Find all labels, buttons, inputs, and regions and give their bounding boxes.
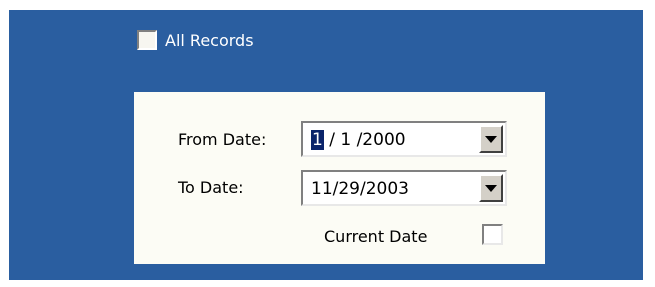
from-date-rest[interactable]: / 1 /2000 [324,130,405,150]
from-date-selected-month[interactable]: 1 [311,130,324,150]
to-date-value[interactable]: 11/29/2003 [311,179,409,199]
date-range-panel: From Date: 1 / 1 /2000 To Date: 11/29/20… [134,92,545,264]
all-records-label: All Records [165,30,254,50]
from-date-label: From Date: [178,130,267,149]
current-date-checkbox[interactable] [482,224,503,245]
to-date-picker[interactable]: 11/29/2003 [301,170,507,206]
chevron-down-icon [485,184,497,192]
to-date-dropdown-button[interactable] [479,174,503,202]
from-date-dropdown-button[interactable] [479,125,503,153]
chevron-down-icon [485,135,497,143]
from-date-value[interactable]: 1 / 1 /2000 [311,130,406,150]
from-date-picker[interactable]: 1 / 1 /2000 [301,121,507,157]
filter-panel: All Records From Date: 1 / 1 /2000 To Da… [9,10,643,280]
to-date-label: To Date: [178,178,244,197]
all-records-checkbox-box[interactable] [137,30,157,50]
current-date-label: Current Date [324,227,428,246]
all-records-checkbox[interactable]: All Records [137,28,254,52]
